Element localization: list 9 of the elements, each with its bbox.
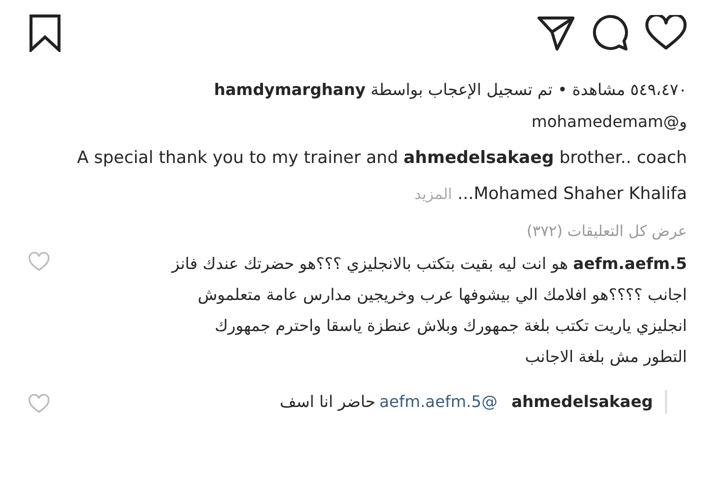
mention-link[interactable]: @aefm.aefm.5 [379, 390, 498, 414]
comment-icon[interactable] [591, 14, 629, 52]
reply-text: حاضر انا اسف [280, 391, 376, 413]
heart-icon[interactable] [645, 15, 687, 51]
user-link[interactable]: aefm.aefm.5 [573, 254, 687, 273]
bookmark-icon[interactable] [28, 14, 62, 52]
user-link[interactable]: hamdymarghany [214, 80, 366, 99]
send-icon[interactable] [537, 15, 575, 51]
user-link[interactable]: ahmedelsakaeg [511, 390, 653, 414]
